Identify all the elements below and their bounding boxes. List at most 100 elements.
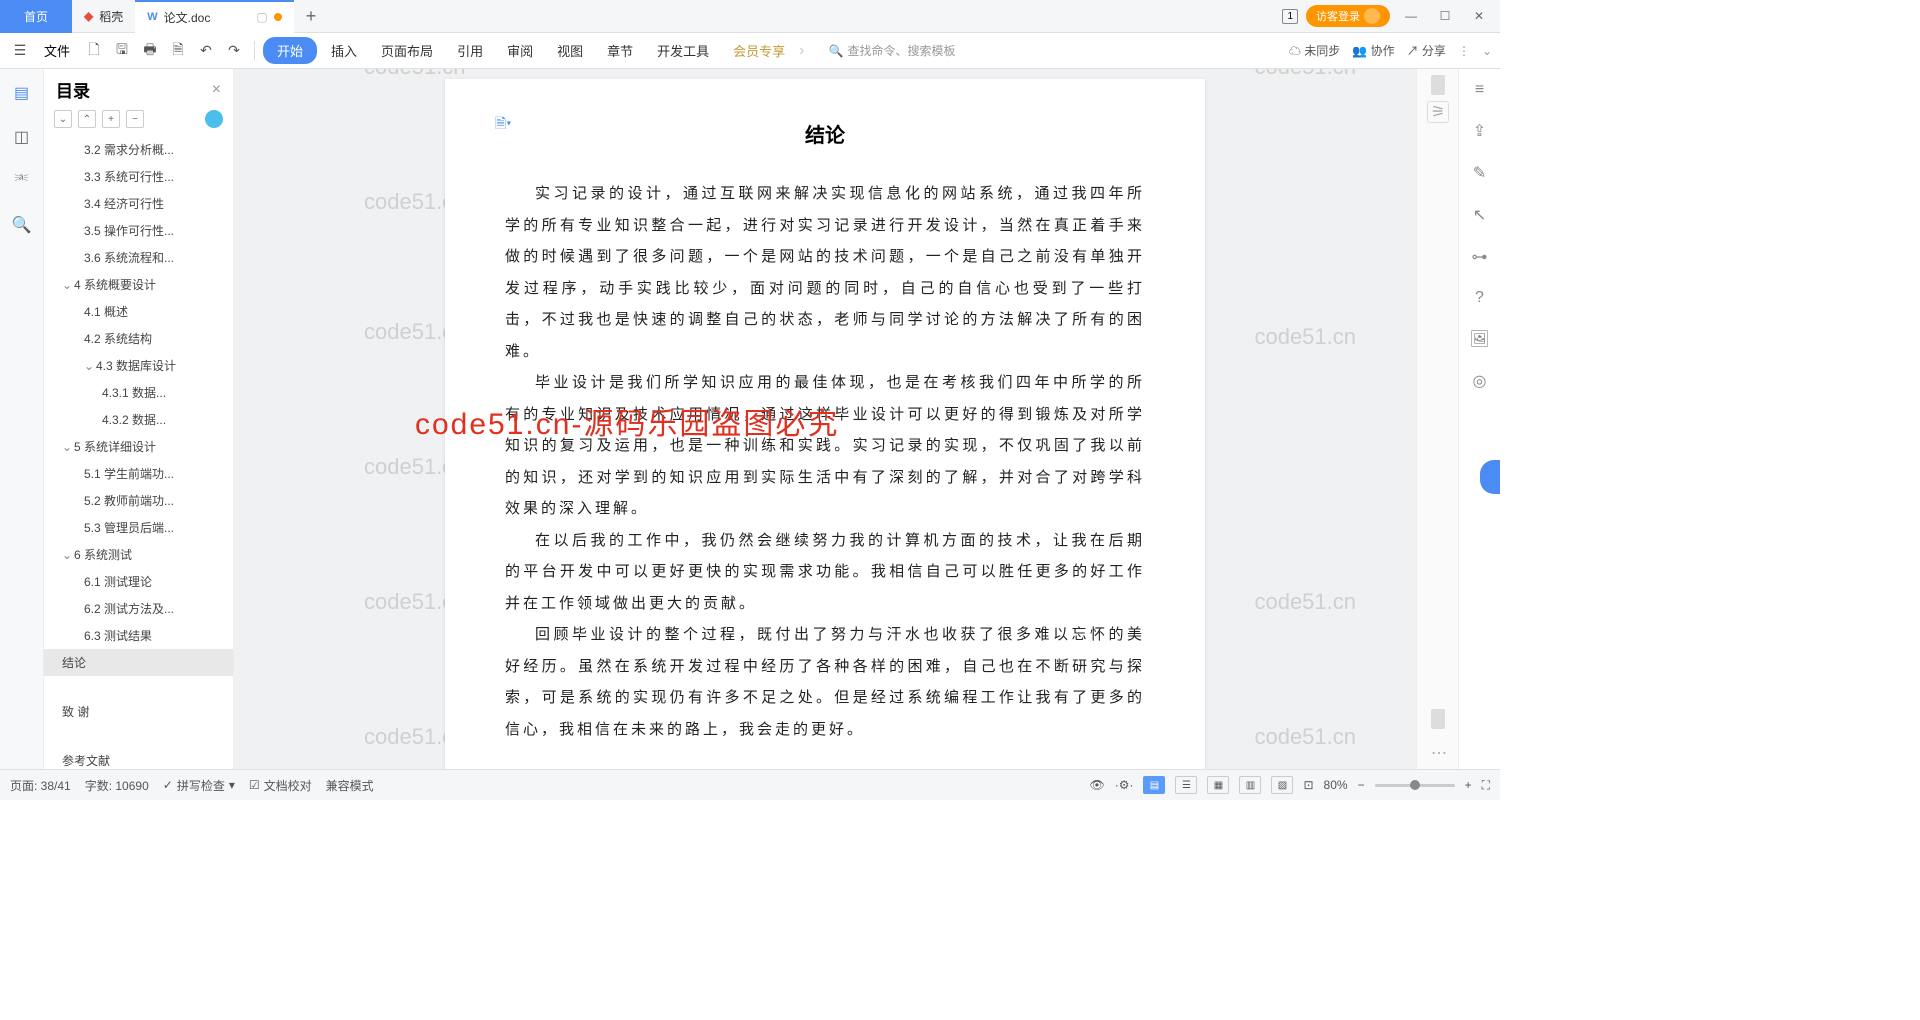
command-search[interactable]: 🔍 查找命令、搜索模板 (828, 42, 955, 59)
toc-item[interactable]: 4.3.1 数据... (44, 379, 233, 406)
toc-close-button[interactable]: × (212, 81, 221, 99)
zoom-value[interactable]: 80% (1324, 778, 1348, 792)
toc-item[interactable]: ⌄6 系统测试 (44, 541, 233, 568)
toc-add[interactable]: + (102, 110, 120, 128)
view-page-button[interactable]: ▤ (1143, 776, 1165, 794)
preview-icon[interactable]: 🗎 (166, 39, 190, 63)
coop-button[interactable]: 👥 协作 (1352, 42, 1394, 59)
zoom-out-button[interactable]: − (1358, 778, 1365, 792)
search-sidebar-icon[interactable]: 🔍 (12, 215, 32, 235)
page-doc-icon[interactable]: 🗎▾ (495, 113, 511, 137)
select-icon[interactable]: ↖ (1473, 205, 1486, 225)
toc-list[interactable]: 3.2 需求分析概...3.3 系统可行性...3.4 经济可行性3.5 操作可… (44, 136, 233, 769)
toc-collapse-all[interactable]: ⌄ (54, 110, 72, 128)
toc-item[interactable]: 5.2 教师前端功... (44, 487, 233, 514)
page-indicator[interactable]: 页面: 38/41 (10, 777, 71, 794)
redo-icon[interactable]: ↷ (222, 39, 246, 63)
scroll-up-icon[interactable] (1431, 75, 1445, 95)
toc-item[interactable]: 结论 (44, 649, 233, 676)
ribbon-tab-references[interactable]: 引用 (447, 37, 493, 64)
ribbon-tab-sections[interactable]: 章节 (597, 37, 643, 64)
eye-icon[interactable]: 👁 (1089, 778, 1104, 792)
spellcheck-button[interactable]: ✓ 拼写检查 ▾ (163, 777, 235, 794)
proofread-button[interactable]: ☑ 文档校对 (249, 777, 312, 794)
scroll-down-icon[interactable] (1431, 709, 1445, 729)
view-outline-button[interactable]: ☰ (1175, 776, 1197, 794)
tag-icon[interactable]: ◫ (12, 127, 32, 147)
toc-item[interactable]: 3.3 系统可行性... (44, 163, 233, 190)
edit-icon[interactable]: ✎ (1473, 163, 1486, 183)
zoom-slider[interactable] (1375, 784, 1455, 787)
bulb-icon[interactable]: ·⚙· (1115, 778, 1134, 792)
toc-item[interactable]: 4.1 概述 (44, 298, 233, 325)
rocket-icon[interactable]: ⇪ (1473, 121, 1486, 141)
more-icon[interactable]: ⋮ (1458, 44, 1470, 58)
toc-item[interactable]: 3.5 操作可行性... (44, 217, 233, 244)
settings-icon[interactable]: ⊶ (1472, 247, 1488, 267)
ribbon-tab-insert[interactable]: 插入 (321, 37, 367, 64)
screen-icon[interactable]: ▢ (256, 10, 267, 24)
new-doc-icon[interactable]: 🗋 (82, 39, 106, 63)
tab-docker[interactable]: ◆稻壳 (72, 0, 135, 33)
compat-mode[interactable]: 兼容模式 (326, 777, 374, 794)
ribbon-tab-view[interactable]: 视图 (547, 37, 593, 64)
thumbnail-strip[interactable]: ⚞ ⋯ (1416, 69, 1458, 769)
toc-ai-button[interactable] (205, 110, 223, 128)
toc-item[interactable]: 3.6 系统流程和... (44, 244, 233, 271)
ribbon-tab-layout[interactable]: 页面布局 (371, 37, 443, 64)
toc-item[interactable]: 3.4 经济可行性 (44, 190, 233, 217)
view-focus-button[interactable]: ▧ (1271, 776, 1293, 794)
word-count[interactable]: 字数: 10690 (85, 777, 149, 794)
image-icon[interactable]: 🖼 (1469, 329, 1489, 349)
fit-icon[interactable]: ⊡ (1303, 778, 1313, 792)
toc-item[interactable]: 6.3 测试结果 (44, 622, 233, 649)
toc-item[interactable]: 3.2 需求分析概... (44, 136, 233, 163)
bookmark-icon[interactable]: ⎃ (12, 171, 32, 191)
ribbon-tab-review[interactable]: 审阅 (497, 37, 543, 64)
ribbon-tab-start[interactable]: 开始 (263, 37, 317, 64)
help-icon[interactable]: ? (1475, 289, 1484, 307)
window-count-badge[interactable]: 1 (1282, 9, 1298, 24)
ribbon-tab-vip[interactable]: 会员专享 (723, 37, 795, 64)
side-tab[interactable] (1480, 460, 1500, 494)
view-web-button[interactable]: ▦ (1207, 776, 1229, 794)
zoom-in-button[interactable]: + (1465, 778, 1472, 792)
save-icon[interactable]: 🖫 (110, 39, 134, 63)
toc-item[interactable]: ⌄4.3 数据库设计 (44, 352, 233, 379)
toc-item[interactable]: 6.1 测试理论 (44, 568, 233, 595)
toc-item[interactable]: 4.2 系统结构 (44, 325, 233, 352)
toc-item[interactable]: 致 谢 (44, 698, 233, 725)
toc-item[interactable]: 5.3 管理员后端... (44, 514, 233, 541)
document-viewport[interactable]: code51.cn code51.cn code51.cn code51.cn … (234, 69, 1416, 769)
maximize-button[interactable]: ☐ (1432, 3, 1458, 29)
collapse-ribbon-icon[interactable]: ⌄ (1482, 44, 1492, 58)
print-icon[interactable]: 🖶 (138, 39, 162, 63)
login-button[interactable]: 访客登录 (1306, 5, 1390, 27)
tab-document[interactable]: W 论文.doc ▢ (135, 0, 293, 33)
ribbon-tab-dev[interactable]: 开发工具 (647, 37, 719, 64)
toc-item[interactable]: ⌄4 系统概要设计 (44, 271, 233, 298)
toc-item[interactable]: 4.3.2 数据... (44, 406, 233, 433)
undo-icon[interactable]: ↶ (194, 39, 218, 63)
menu-icon[interactable]: ☰ (8, 39, 32, 63)
toc-item[interactable]: 6.2 测试方法及... (44, 595, 233, 622)
view-read-button[interactable]: ▥ (1239, 776, 1261, 794)
outline-icon[interactable]: ▤ (12, 83, 32, 103)
filter-icon[interactable]: ⚞ (1427, 101, 1449, 123)
minimize-button[interactable]: — (1398, 3, 1424, 29)
compass-icon[interactable]: ◎ (1473, 371, 1487, 391)
tab-home[interactable]: 首页 (0, 0, 72, 33)
toc-item[interactable]: 5.1 学生前端功... (44, 460, 233, 487)
more-thumb-icon[interactable]: ⋯ (1431, 743, 1447, 763)
hamburger-icon[interactable]: ≡ (1475, 81, 1484, 99)
file-menu[interactable]: 文件 (36, 37, 78, 64)
sync-status[interactable]: ☁ 未同步 (1289, 42, 1340, 59)
tab-add[interactable]: + (294, 6, 329, 27)
toc-item[interactable]: ⌄5 系统详细设计 (44, 433, 233, 460)
share-button[interactable]: ↗ 分享 (1407, 42, 1446, 59)
fullscreen-icon[interactable]: ⛶ (1482, 778, 1490, 793)
toc-expand-all[interactable]: ⌃ (78, 110, 96, 128)
toc-remove[interactable]: − (126, 110, 144, 128)
close-window-button[interactable]: ✕ (1466, 3, 1492, 29)
toc-item[interactable]: 参考文献 (44, 747, 233, 769)
